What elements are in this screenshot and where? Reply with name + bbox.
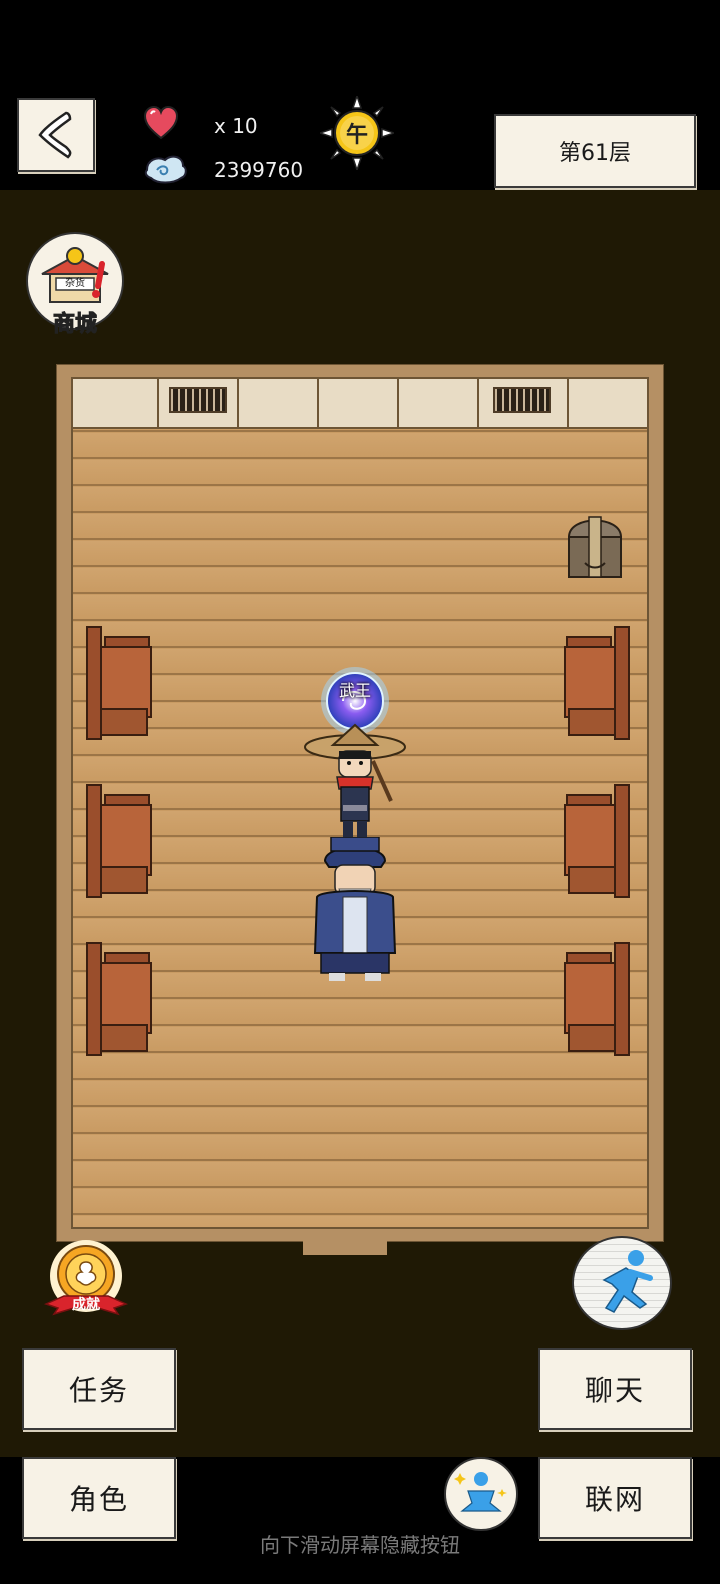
currency-count: 2399760 <box>214 158 304 182</box>
quest-button[interactable]: 任务 <box>22 1348 176 1430</box>
chair-icon <box>86 942 152 1056</box>
heart-icon <box>143 106 179 140</box>
shop-button[interactable]: 杂货 商城 <box>26 232 124 338</box>
shop-sign-text: 杂货 <box>65 278 85 289</box>
chair-icon <box>86 784 152 898</box>
game-stage: 杂货 商城 武王 成就 任务 聊天 <box>0 190 720 1457</box>
back-chevron-icon <box>38 111 72 159</box>
chair-icon <box>564 784 630 898</box>
sprint-button[interactable] <box>572 1236 672 1330</box>
wall-vent <box>169 387 227 413</box>
npc-title-label: 武王 <box>338 681 371 700</box>
achievements-button[interactable]: 成就 <box>44 1238 128 1322</box>
time-glyph: 午 <box>345 123 368 148</box>
swipe-hint: 向下滑动屏幕隐藏按钮 <box>260 1533 460 1557</box>
chat-button[interactable]: 聊天 <box>538 1348 692 1430</box>
achievements-label: 成就 <box>72 1297 100 1313</box>
chair-icon <box>86 626 152 740</box>
floor-indicator[interactable]: 第61层 <box>494 114 696 188</box>
lives-count: x 10 <box>214 114 258 138</box>
meditate-icon <box>454 1472 507 1512</box>
back-button[interactable] <box>17 98 95 172</box>
room: 武王 <box>56 364 664 1255</box>
run-icon <box>602 1250 653 1313</box>
door-opening[interactable] <box>303 1241 387 1255</box>
shop-label: 商城 <box>52 312 97 338</box>
meditate-button[interactable] <box>444 1457 518 1531</box>
old-master-character[interactable] <box>307 837 403 983</box>
character-button[interactable]: 角色 <box>22 1457 176 1539</box>
treasure-chest-icon[interactable] <box>565 507 625 583</box>
chair-icon <box>564 942 630 1056</box>
bottom-bar: 角色 联网 向下滑动屏幕隐藏按钮 <box>0 1457 720 1584</box>
online-button[interactable]: 联网 <box>538 1457 692 1539</box>
spirit-cloud-icon <box>144 155 187 184</box>
chair-icon <box>564 626 630 740</box>
sun-time-icon: 午 <box>317 93 397 173</box>
back-wall <box>73 379 647 429</box>
top-hud: x 10 2399760 午 第61层 <box>0 90 720 190</box>
swordsman-character[interactable] <box>303 721 407 843</box>
wall-vent <box>493 387 551 413</box>
